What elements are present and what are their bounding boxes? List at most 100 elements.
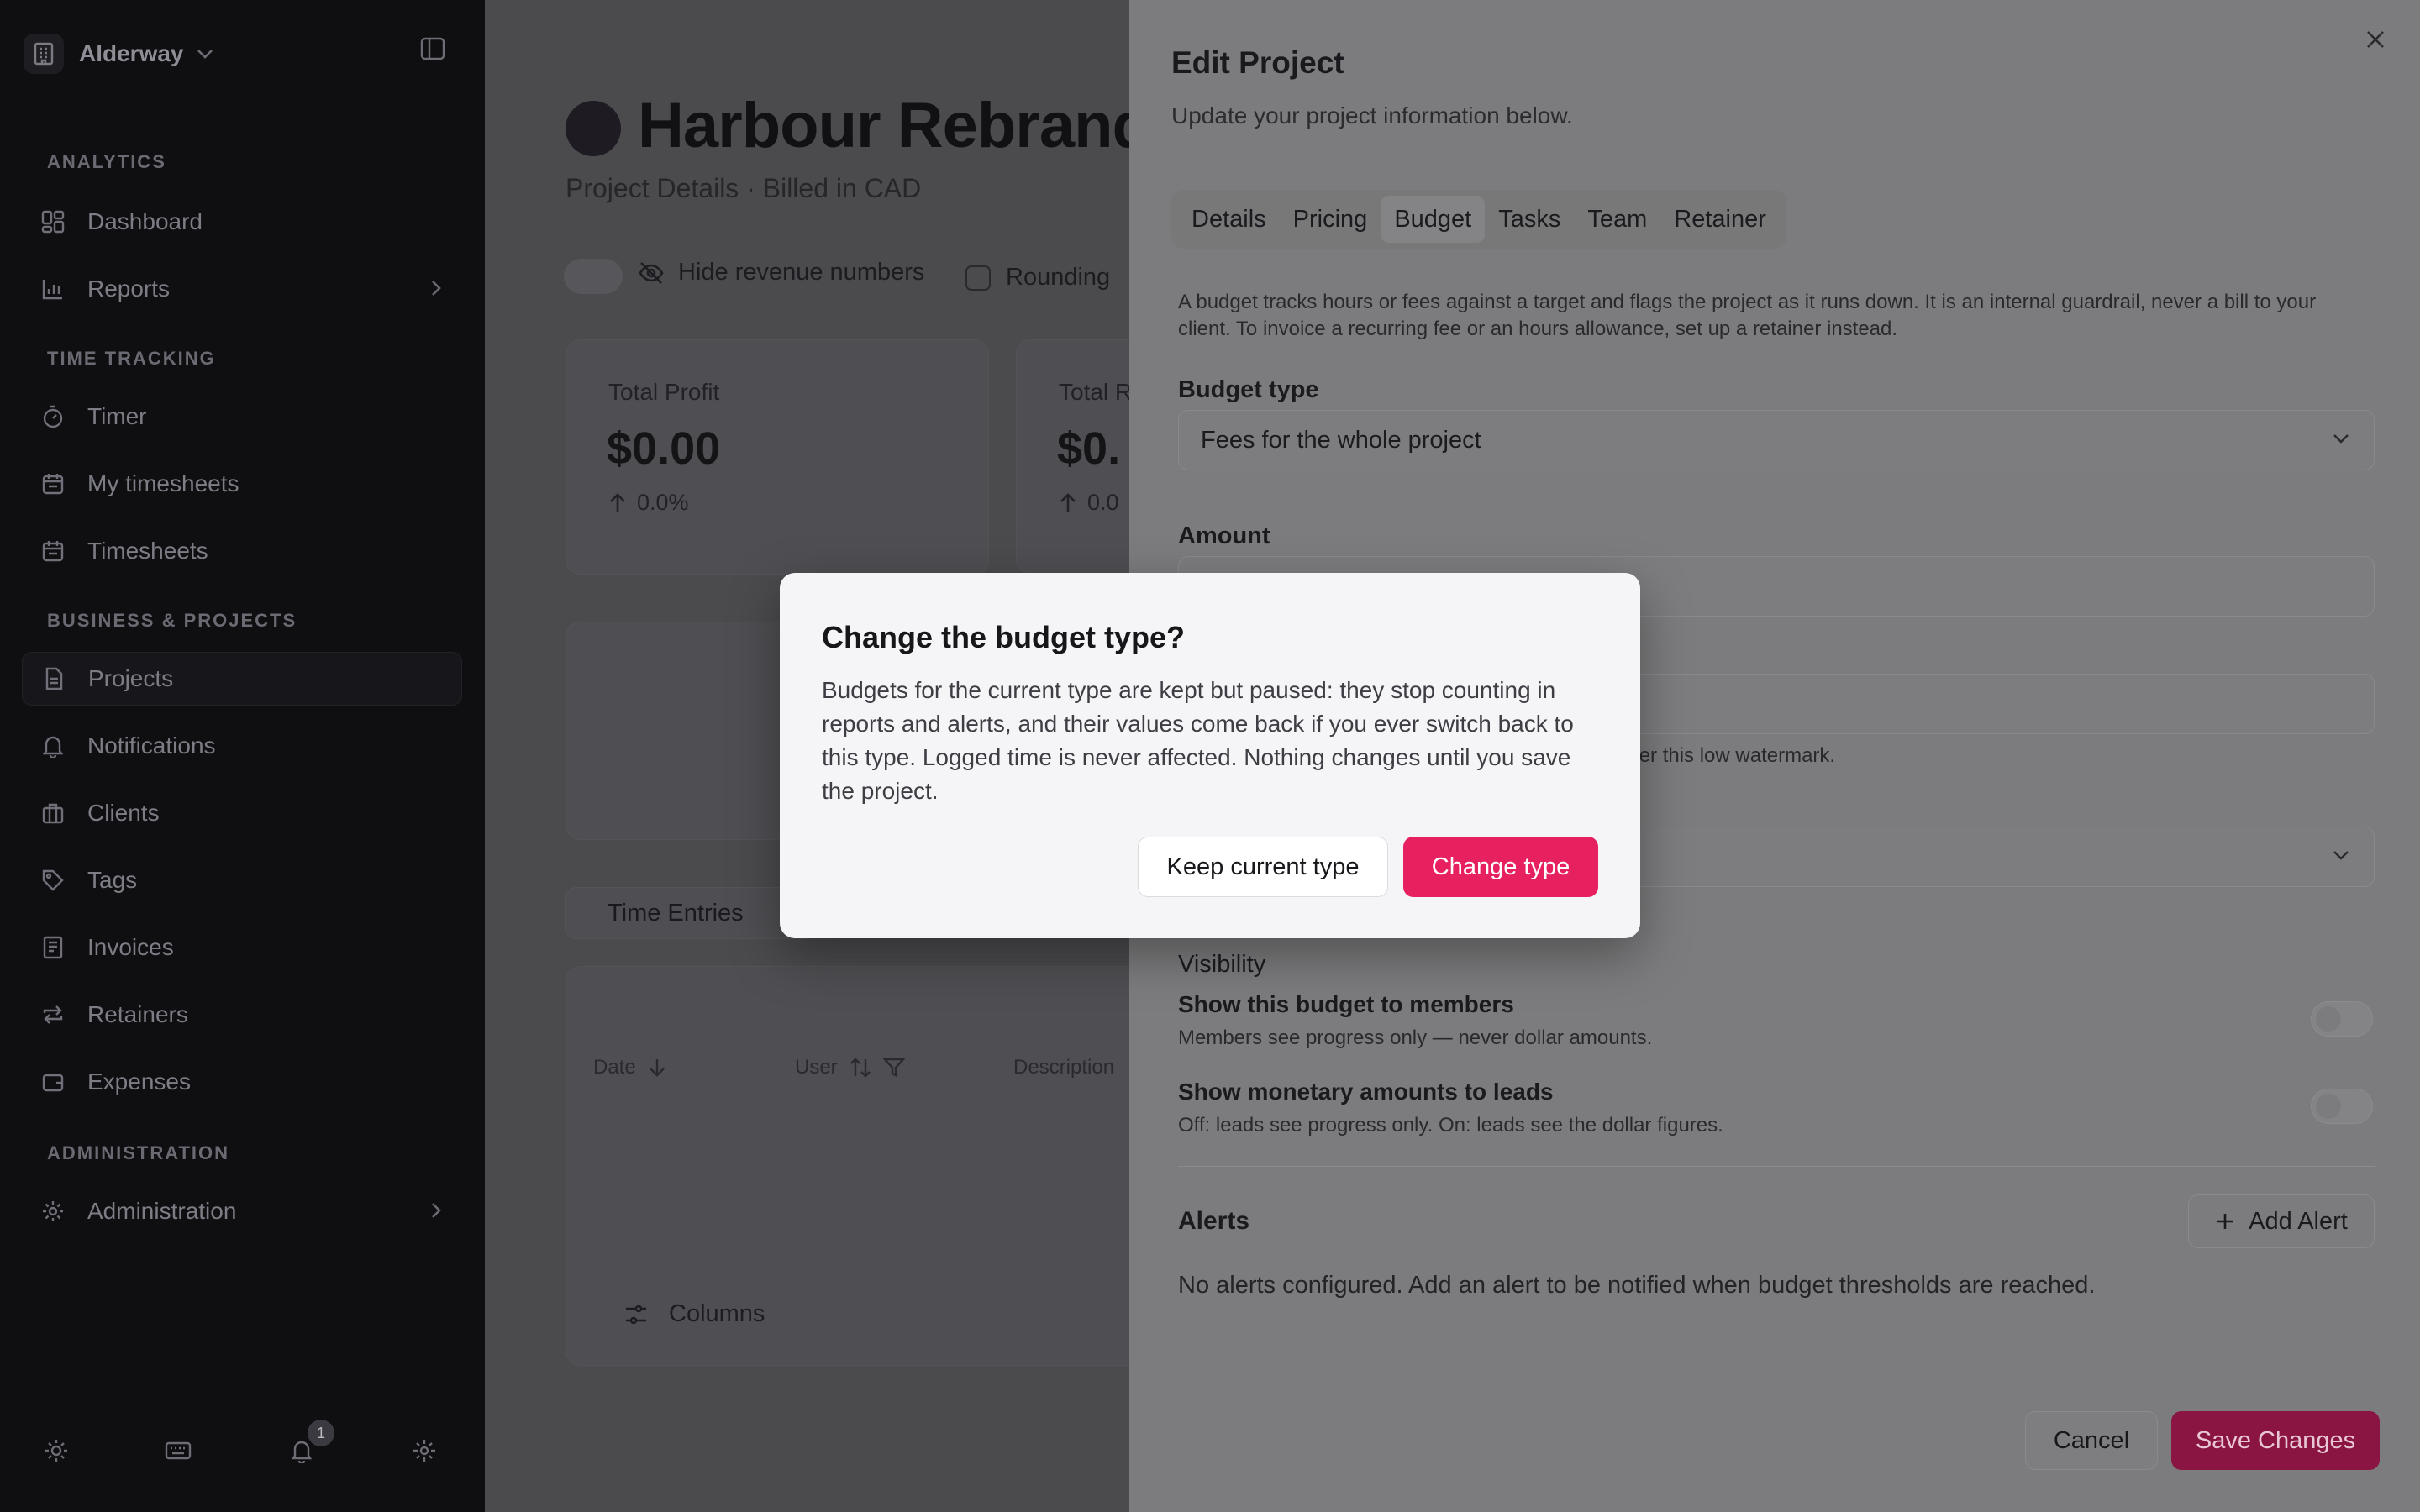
sidebar-toggle-icon[interactable] <box>420 37 445 60</box>
card-label: Total Profit <box>608 379 720 405</box>
hide-revenue-label: Hide revenue numbers <box>678 259 925 286</box>
sidebar-item-timesheets[interactable]: Timesheets <box>22 524 462 578</box>
columns-label: Columns <box>669 1300 765 1327</box>
plus-icon <box>2217 1214 2233 1229</box>
tab-tasks[interactable]: Tasks <box>1485 196 1574 243</box>
close-icon[interactable] <box>2365 29 2386 50</box>
card-change: 0.0 <box>1059 490 1119 516</box>
section-time-tracking: TIME TRACKING <box>47 348 216 369</box>
theme-sun-icon[interactable] <box>44 1438 69 1463</box>
sidebar: Alderway ANALYTICS Dashboard Reports TIM… <box>0 0 485 1512</box>
sidebar-item-label: Invoices <box>87 934 174 960</box>
low-watermark-hint: nder this low watermark. <box>1617 744 1836 767</box>
tab-retainer[interactable]: Retainer <box>1660 196 1780 243</box>
column-header-label: User <box>795 1056 838 1079</box>
column-header-label: Description <box>1013 1056 1115 1079</box>
card-change: 0.0% <box>608 490 689 516</box>
card-value: $0.00 <box>607 423 721 474</box>
columns-button[interactable]: Columns <box>623 1300 765 1328</box>
tag-icon <box>40 868 66 893</box>
tab-pricing[interactable]: Pricing <box>1280 196 1381 243</box>
budget-type-value: Fees for the whole project <box>1201 426 1481 454</box>
tab-team[interactable]: Team <box>1574 196 1660 243</box>
total-profit-card: Total Profit $0.00 0.0% <box>566 339 989 575</box>
checkbox-box <box>965 265 991 291</box>
sidebar-item-tags[interactable]: Tags <box>22 853 462 907</box>
sidebar-item-label: Retainers <box>87 1001 188 1027</box>
tab-details[interactable]: Details <box>1178 196 1280 243</box>
sidebar-item-retainers[interactable]: Retainers <box>22 988 462 1042</box>
hide-revenue-toggle[interactable] <box>564 259 623 294</box>
filter-icon[interactable] <box>882 1058 905 1078</box>
budget-description: A budget tracks hours or fees against a … <box>1178 291 2317 340</box>
sidebar-item-timer[interactable]: Timer <box>22 390 462 444</box>
sidebar-item-administration[interactable]: Administration <box>22 1184 462 1238</box>
keep-current-type-button[interactable]: Keep current type <box>1138 837 1388 897</box>
workspace-switcher[interactable]: Alderway <box>24 29 214 79</box>
column-header-user[interactable]: User <box>795 1056 905 1079</box>
sidebar-item-invoices[interactable]: Invoices <box>22 921 462 974</box>
sidebar-item-label: Timesheets <box>87 538 208 564</box>
sidebar-item-label: Reports <box>87 276 171 302</box>
no-alerts-message: No alerts configured. Add an alert to be… <box>1178 1272 2096 1299</box>
hide-revenue-button[interactable]: Hide revenue numbers <box>638 259 924 286</box>
sidebar-item-label: Timer <box>87 403 147 429</box>
cancel-button[interactable]: Cancel <box>2025 1411 2158 1470</box>
tab-bar: Details Pricing Budget Tasks Team Retain… <box>1171 190 1786 249</box>
repeat-icon <box>40 1002 66 1027</box>
column-header-date[interactable]: Date <box>593 1056 666 1079</box>
arrow-up-icon <box>610 492 625 512</box>
bar-chart-icon <box>40 276 66 302</box>
column-header-description[interactable]: Description <box>1013 1056 1114 1079</box>
show-leads-toggle[interactable] <box>2311 1089 2373 1124</box>
arrow-up-icon <box>1060 492 1076 512</box>
add-alert-button[interactable]: Add Alert <box>2188 1194 2375 1248</box>
chevron-down-icon <box>2333 434 2349 444</box>
dashboard-icon <box>40 209 66 234</box>
bell-icon <box>40 733 66 759</box>
alerts-title: Alerts <box>1178 1207 1250 1235</box>
sidebar-item-dashboard[interactable]: Dashboard <box>22 195 462 249</box>
briefcase-icon <box>40 801 66 826</box>
document-icon <box>41 666 66 691</box>
sidebar-item-label: Dashboard <box>87 208 203 234</box>
section-administration: ADMINISTRATION <box>47 1142 230 1163</box>
visibility-title: Visibility <box>1178 951 1266 978</box>
section-analytics: ANALYTICS <box>47 151 166 172</box>
save-changes-button[interactable]: Save Changes <box>2171 1411 2380 1470</box>
sidebar-item-notifications[interactable]: Notifications <box>22 719 462 773</box>
project-subtitle: Project Details · Billed in CAD <box>566 173 922 203</box>
sheet-title: Edit Project <box>1171 45 1344 80</box>
calendar-icon <box>40 538 66 564</box>
tab-budget[interactable]: Budget <box>1381 196 1486 243</box>
sidebar-item-expenses[interactable]: Expenses <box>22 1055 462 1109</box>
sidebar-item-reports[interactable]: Reports <box>22 262 462 316</box>
show-members-toggle[interactable] <box>2311 1001 2373 1037</box>
chevron-down-icon <box>197 50 213 59</box>
sidebar-item-clients[interactable]: Clients <box>22 786 462 840</box>
invoice-icon <box>40 935 66 960</box>
keyboard-icon[interactable] <box>165 1438 192 1463</box>
sidebar-item-label: Administration <box>87 1198 237 1224</box>
sort-icon <box>850 1058 871 1078</box>
show-members-subtitle: Members see progress only — never dollar… <box>1178 1026 1653 1049</box>
sidebar-item-my-timesheets[interactable]: My timesheets <box>22 457 462 511</box>
gear-icon[interactable] <box>412 1438 437 1463</box>
sidebar-item-label: Expenses <box>87 1068 191 1095</box>
sidebar-item-projects[interactable]: Projects <box>22 652 462 706</box>
sidebar-item-label: Notifications <box>87 732 216 759</box>
building-icon <box>24 34 64 74</box>
chevron-down-icon <box>2333 851 2349 860</box>
wallet-icon <box>40 1069 66 1095</box>
change-type-button[interactable]: Change type <box>1403 837 1598 897</box>
budget-type-select[interactable]: Fees for the whole project <box>1178 410 2375 470</box>
chevron-right-icon <box>432 281 441 296</box>
chevron-right-icon <box>432 1203 441 1218</box>
tab-time-entries[interactable]: Time Entries <box>565 887 817 939</box>
rounding-checkbox[interactable]: Rounding <box>965 264 1110 291</box>
sliders-icon <box>626 1305 646 1324</box>
project-title: Harbour Rebrand <box>638 90 1151 161</box>
eye-off-icon <box>639 261 664 284</box>
card-value: $0. <box>1057 423 1121 474</box>
divider <box>1178 1166 2375 1167</box>
